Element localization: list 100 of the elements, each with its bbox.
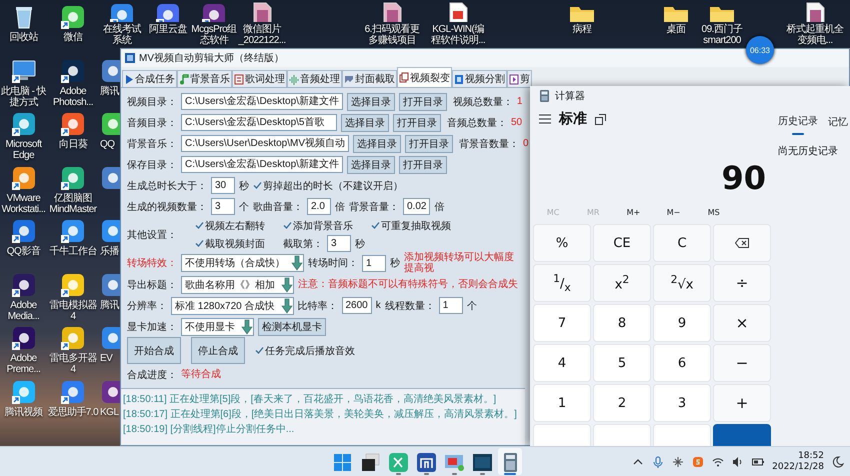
- tab[interactable]: 剪: [507, 70, 532, 87]
- dropdown[interactable]: 不使用显卡: [181, 318, 254, 336]
- push-button[interactable]: 打开目录: [393, 114, 441, 132]
- calculator-key[interactable]: 5: [593, 344, 651, 382]
- tab[interactable]: 视频分割: [452, 70, 507, 87]
- path-field[interactable]: C:\Users\金宏磊\Desktop\5首歌: [181, 114, 337, 131]
- path-field[interactable]: C:\Users\User\Desktop\MV视频自动: [181, 135, 350, 152]
- checkbox[interactable]: 截取视频封面: [195, 236, 265, 250]
- checkbox[interactable]: 添加背景音乐: [283, 218, 353, 232]
- calculator-key[interactable]: 6: [653, 344, 711, 382]
- stat-value: 0: [523, 138, 529, 149]
- calculator-key[interactable]: 9: [653, 304, 711, 342]
- dropdown[interactable]: 歌曲名称用《》相加: [181, 276, 294, 294]
- tab[interactable]: 封面截取: [342, 70, 397, 87]
- note-text: 添加视频转场可以大幅度提高视: [404, 252, 515, 274]
- number-field[interactable]: 2600: [342, 297, 372, 314]
- calculator-key[interactable]: CE: [593, 224, 651, 262]
- number-field[interactable]: 0.02: [403, 198, 430, 215]
- display-value: 90: [721, 160, 766, 196]
- push-button[interactable]: 打开目录: [398, 92, 447, 110]
- icon-label: 腾讯: [100, 86, 119, 96]
- icon-label: KGL: [100, 406, 119, 418]
- clock-date: 2022/12/28: [772, 462, 824, 472]
- tab[interactable]: 历史记录: [778, 114, 818, 132]
- calculator-key[interactable]: +: [713, 384, 771, 422]
- tab[interactable]: 记忆: [828, 114, 848, 132]
- push-button[interactable]: 检测本机显卡: [258, 318, 326, 336]
- stat-value: 50: [511, 117, 522, 128]
- checkbox[interactable]: 可重复抽取视频: [371, 218, 451, 232]
- pinwheel-icon[interactable]: [672, 456, 684, 468]
- field-label: 转场特效：: [127, 256, 177, 270]
- push-button[interactable]: 打开目录: [405, 134, 454, 152]
- checkbox[interactable]: 视频左右翻转: [195, 218, 265, 232]
- copy-icon: [399, 72, 409, 83]
- tab[interactable]: 歌词处理: [232, 70, 287, 87]
- wifi-icon[interactable]: [712, 456, 724, 468]
- number-field[interactable]: 1: [438, 297, 463, 314]
- menu-icon[interactable]: [539, 114, 551, 124]
- number-field[interactable]: 30: [211, 177, 235, 194]
- unit-label: 秒: [355, 238, 365, 250]
- calculator-key[interactable]: ÷: [713, 264, 771, 302]
- calculator-key[interactable]: x$^{2}$: [593, 264, 651, 302]
- calculator-key[interactable]: 4: [533, 344, 591, 382]
- calculator-key[interactable]: ×: [713, 304, 771, 342]
- dropdown[interactable]: 标准 1280x720 合成快: [171, 296, 294, 314]
- calculator-key[interactable]: %: [533, 224, 591, 262]
- app-icon: [125, 53, 135, 63]
- calculator-key[interactable]: $^{1}$/$_{x}$: [533, 264, 591, 302]
- dropdown[interactable]: 不使用转场（合成快）: [181, 254, 304, 272]
- calculator-key[interactable]: C: [653, 224, 711, 262]
- tab[interactable]: 音频处理: [287, 70, 342, 87]
- number-field[interactable]: 3: [211, 198, 235, 215]
- push-button[interactable]: 打开目录: [398, 156, 447, 174]
- calculator-key[interactable]: −: [713, 344, 771, 382]
- calculator-key[interactable]: 8: [593, 304, 651, 342]
- icon-label: EV: [100, 353, 112, 364]
- app-icon: [100, 272, 120, 298]
- app-icon: [100, 378, 120, 404]
- calculator-key[interactable]: 1: [533, 384, 591, 422]
- down-arrow-icon: [281, 276, 293, 292]
- push-button[interactable]: 开始合成: [127, 337, 181, 364]
- calculator-key[interactable]: 7: [533, 304, 591, 342]
- push-button[interactable]: 选择目录: [346, 92, 395, 110]
- number-field[interactable]: 2.0: [307, 198, 331, 215]
- stat-label: 背景音数量：: [459, 138, 520, 150]
- microphone-icon[interactable]: [652, 456, 664, 468]
- stat-label: 音频总数量：: [447, 116, 507, 130]
- icon-label: 在线考试系统: [102, 24, 142, 46]
- memory-button[interactable]: M−: [654, 208, 694, 216]
- icon-label: 微信图片_2022122...: [237, 24, 287, 46]
- field-label: 比特率：: [298, 300, 338, 312]
- moon-icon[interactable]: [832, 456, 844, 468]
- push-button[interactable]: 选择目录: [341, 114, 389, 132]
- unit-label: 秒: [239, 180, 249, 192]
- calculator-key[interactable]: $^{2}$√x: [653, 264, 711, 302]
- memory-button[interactable]: M+: [613, 208, 654, 216]
- calculator-key[interactable]: 2: [593, 384, 651, 422]
- path-field[interactable]: C:\Users\金宏磊\Desktop\新建文件: [181, 93, 343, 110]
- keep-on-top-icon[interactable]: [595, 114, 606, 124]
- path-field[interactable]: C:\Users\金宏磊\Desktop\新建文件: [181, 156, 343, 173]
- battery-icon[interactable]: [752, 456, 764, 468]
- memory-button[interactable]: MS: [694, 208, 734, 216]
- number-field[interactable]: 3: [327, 235, 351, 252]
- field-label: 背景音乐：: [127, 138, 177, 150]
- checkbox[interactable]: 任务完成后播放音效: [255, 344, 355, 358]
- checkbox[interactable]: 剪掉超出的时长（不建议开启）: [253, 178, 403, 192]
- number-field[interactable]: 1: [362, 254, 386, 272]
- field-label: 转场时间：: [308, 256, 358, 270]
- field-label: 音频目录：: [127, 116, 177, 130]
- calculator-key[interactable]: 3: [653, 384, 711, 422]
- input-method-icon[interactable]: [692, 456, 704, 468]
- unit-label: 个: [239, 200, 249, 214]
- push-button[interactable]: 选择目录: [353, 134, 402, 152]
- log-line: [18:50:19] [分割线程]停止分割任务中...: [123, 424, 294, 435]
- down-arrow-icon: [280, 298, 292, 314]
- tab[interactable]: 视频裂变: [397, 67, 452, 87]
- push-button[interactable]: 选择目录: [346, 156, 395, 174]
- tab[interactable]: 合成任务: [122, 70, 177, 87]
- push-button[interactable]: 停止合成: [191, 337, 245, 364]
- tab[interactable]: 背景音乐: [177, 70, 232, 87]
